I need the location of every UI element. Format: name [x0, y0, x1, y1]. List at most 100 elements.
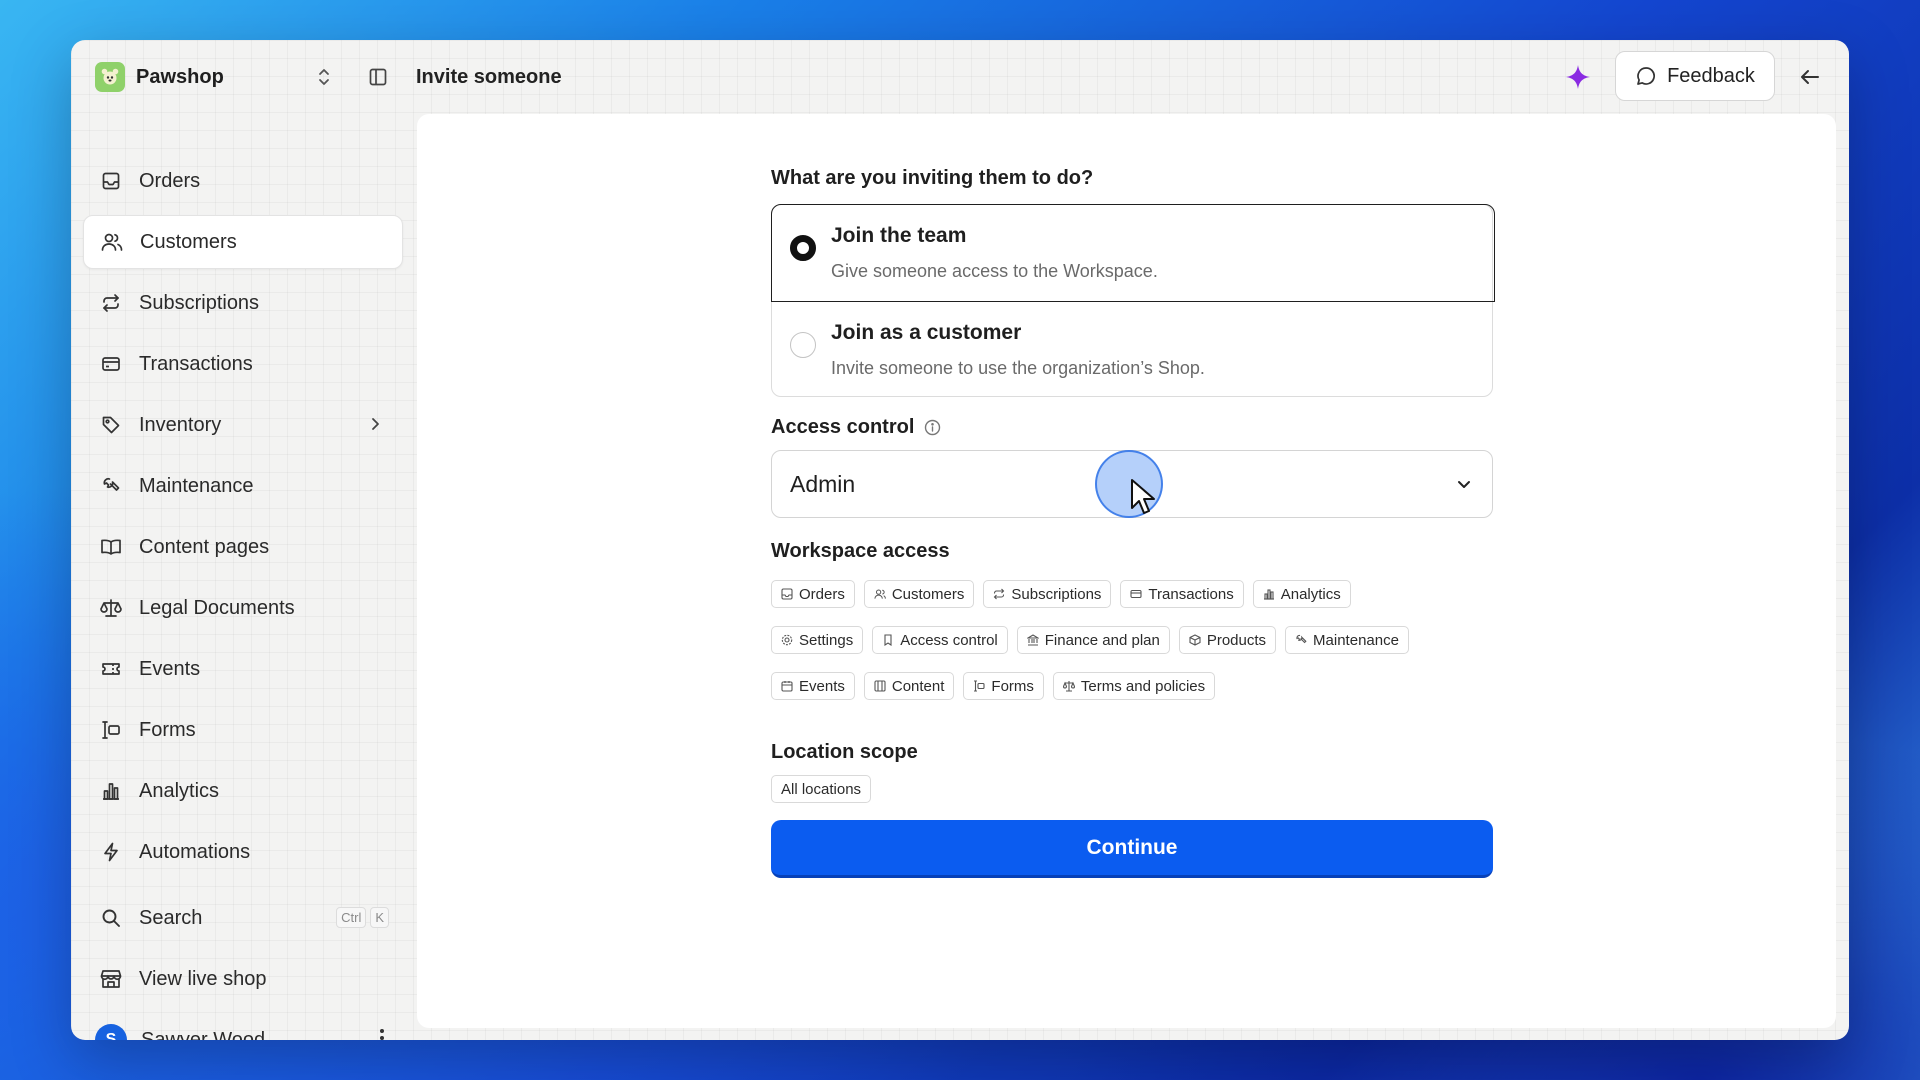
info-icon[interactable] — [924, 419, 941, 436]
sidebar-item-orders[interactable]: Orders — [83, 154, 403, 208]
access-control-label: Access control — [771, 416, 941, 439]
sidebar-item-analytics[interactable]: Analytics — [83, 764, 403, 818]
sidebar-item-maintenance[interactable]: Maintenance — [83, 459, 403, 513]
chip-label: Forms — [991, 677, 1034, 695]
option-title: Join the team — [831, 224, 967, 247]
chip-label: Content — [891, 677, 945, 695]
products-icon — [1189, 634, 1201, 646]
sidebar-item-label: Inventory — [139, 413, 222, 436]
chevron-right-icon[interactable] — [369, 415, 381, 438]
radio-unselected[interactable] — [790, 332, 816, 358]
option-join-customer[interactable]: Join as a customer Invite someone to use… — [772, 302, 1494, 399]
sidebar-item-transactions[interactable]: Transactions — [83, 337, 403, 391]
workspace-access-chips: Orders Customers Subscriptions Transactions… — [771, 580, 1493, 709]
workspace-access-chip: Maintenance — [1285, 626, 1409, 654]
chip-label: Events — [799, 677, 845, 695]
credit-card-icon — [99, 352, 123, 376]
sidebar-item-events[interactable]: Events — [83, 642, 403, 696]
sidebar-item-label: Content pages — [139, 535, 270, 558]
sidebar-toggle-icon[interactable] — [365, 64, 391, 90]
terms-and-policies-icon — [1062, 680, 1075, 692]
search-icon — [99, 906, 123, 930]
sidebar-item-label: Analytics — [139, 779, 220, 802]
ticket-icon — [99, 657, 123, 681]
option-join-team[interactable]: Join the team Give someone access to the… — [771, 204, 1495, 302]
continue-button[interactable]: Continue — [771, 820, 1493, 878]
repeat-icon — [99, 291, 123, 315]
sparkle-ai-icon[interactable] — [1563, 62, 1593, 92]
workspace-access-chip: Subscriptions — [983, 580, 1112, 608]
workspace-access-label: Workspace access — [771, 540, 950, 562]
book-icon — [99, 535, 123, 559]
storefront-icon — [99, 967, 123, 991]
sidebar-item-label: Events — [139, 657, 201, 680]
analytics-icon — [1263, 588, 1275, 600]
brand-name: Pawshop — [136, 65, 224, 88]
view-live-shop-label: View live shop — [139, 967, 267, 990]
sidebar-item-subscriptions[interactable]: Subscriptions — [83, 276, 403, 330]
view-live-shop-link[interactable]: View live shop — [83, 952, 403, 1006]
chip-label: Transactions — [1148, 585, 1234, 603]
sidebar-item-forms[interactable]: Forms — [83, 703, 403, 757]
kbd-ctrl: Ctrl — [336, 907, 367, 928]
sidebar-item-customers[interactable]: Customers — [83, 215, 403, 269]
workspace-access-chip: Terms and policies — [1052, 672, 1216, 700]
chip-label: Subscriptions — [1011, 585, 1102, 603]
page-title: Invite someone — [416, 66, 562, 88]
chevron-down-icon — [1454, 473, 1474, 500]
sidebar-item-inventory[interactable]: Inventory — [83, 398, 403, 452]
app-window: Pawshop Invite someone Feedback Orders C… — [71, 40, 1849, 1040]
sidebar-item-label: Orders — [139, 169, 201, 192]
sidebar-item-label: Customers — [140, 230, 237, 253]
workspace-access-chip: Finance and plan — [1016, 626, 1170, 654]
search-label: Search — [139, 906, 203, 929]
workspace-access-chip: Events — [771, 672, 855, 700]
chevron-up-down-icon[interactable] — [311, 64, 337, 90]
keyboard-shortcut: Ctrl K — [336, 907, 389, 928]
more-vertical-icon[interactable] — [379, 1027, 385, 1040]
tag-icon — [99, 413, 123, 437]
location-scope-chips: All locations — [771, 775, 1493, 803]
content-icon — [874, 680, 886, 692]
mouse-pointer-icon — [1130, 478, 1158, 521]
sidebar-item-label: Automations — [139, 840, 251, 863]
sidebar-item-legal-documents[interactable]: Legal Documents — [83, 581, 403, 635]
avatar: S — [95, 1024, 127, 1040]
sidebar-item-content-pages[interactable]: Content pages — [83, 520, 403, 574]
sidebar-search[interactable]: Search Ctrl K — [83, 891, 403, 945]
scale-icon — [99, 596, 123, 620]
access-control-heading: Access control — [771, 416, 915, 438]
user-menu[interactable]: S Sawyer Wood — [83, 1013, 403, 1040]
workspace-access-chip: Transactions — [1120, 580, 1244, 608]
settings-icon — [781, 634, 793, 646]
chip-label: Orders — [799, 585, 845, 603]
invite-type-radio-group: Join the team Give someone access to the… — [771, 204, 1495, 399]
feedback-button[interactable]: Feedback — [1615, 51, 1775, 101]
chip-label: Finance and plan — [1044, 631, 1160, 649]
arrow-left-icon[interactable] — [1795, 62, 1825, 92]
form-icon — [99, 718, 123, 742]
radio-selected[interactable] — [790, 235, 816, 261]
option-description: Invite someone to use the organization’s… — [831, 358, 1205, 378]
maintenance-icon — [1295, 634, 1307, 646]
workspace-access-chip: Analytics — [1252, 580, 1351, 608]
workspace-access-chip: Content — [863, 672, 955, 700]
feedback-label: Feedback — [1667, 64, 1755, 87]
workspace-access-chip: Access control — [872, 626, 1008, 654]
forms-icon — [973, 680, 985, 692]
chat-bubble-icon — [1635, 65, 1657, 87]
option-title: Join as a customer — [831, 321, 1022, 344]
location-chip: All locations — [771, 775, 872, 803]
subscriptions-icon — [993, 588, 1005, 600]
sidebar-item-label: Forms — [139, 718, 196, 741]
chip-label: Access control — [900, 631, 998, 649]
finance-and-plan-icon — [1026, 634, 1039, 646]
customers-icon — [874, 588, 886, 600]
sidebar-item-automations[interactable]: Automations — [83, 825, 403, 879]
workspace-access-chip: Products — [1178, 626, 1277, 654]
sidebar-item-label: Maintenance — [139, 474, 254, 497]
user-name: Sawyer Wood — [141, 1028, 266, 1041]
invite-question: What are you inviting them to do? — [771, 167, 1094, 189]
workspace-switcher[interactable]: Pawshop — [95, 62, 224, 92]
chip-label: Settings — [799, 631, 854, 649]
